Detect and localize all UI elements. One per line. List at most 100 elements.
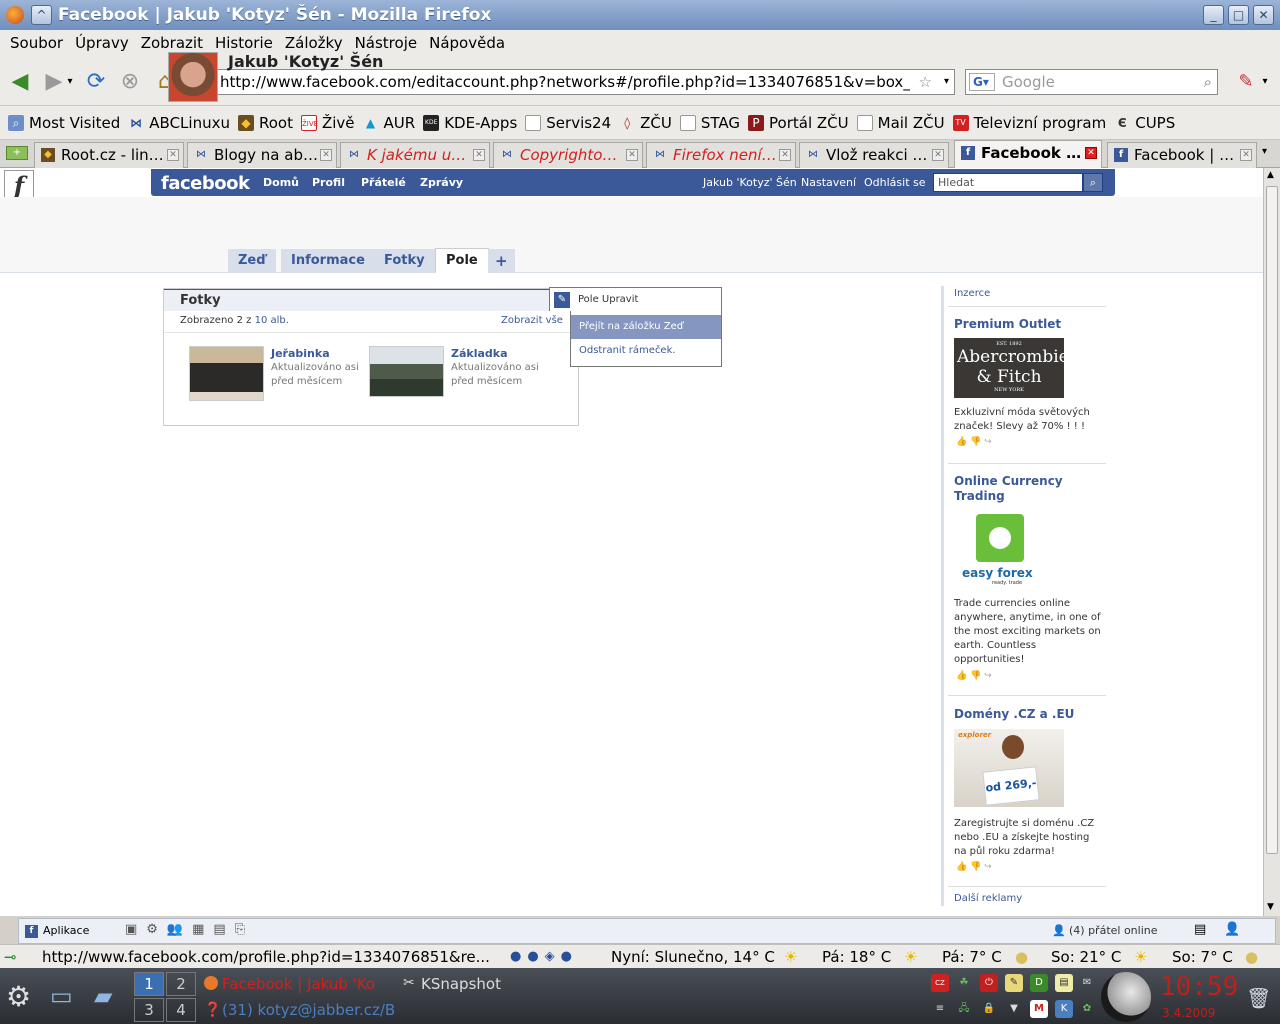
bookmark-tv-program[interactable]: TV Televizní program [952,114,1106,132]
reload-icon[interactable]: ⟳ [82,68,110,96]
google-engine-icon[interactable]: G▾ [969,73,995,91]
tab-facebook-2[interactable]: f Facebook | … ✕ [1107,142,1257,168]
menu-upravy[interactable]: Úpravy [75,34,129,52]
more-ads-link[interactable]: Další reklamy [954,893,1022,904]
bookmark-zcu[interactable]: ◊ ZČU [619,114,672,132]
album-title[interactable]: Základka [451,347,508,360]
desktop-1[interactable]: 1 [134,972,164,996]
menu-nastroje[interactable]: Nástroje [355,34,418,52]
fb-nav-home[interactable]: Domů [263,176,299,189]
fb-search-input[interactable]: Hledat [933,173,1083,192]
task-firefox[interactable]: Facebook | Jakub 'Ko [222,975,394,993]
albums-count-link[interactable]: 10 alb. [255,315,289,326]
album-thumbnail[interactable] [189,346,264,401]
bookmark-cups[interactable]: Є CUPS [1114,114,1175,132]
tab-vloz-reakci[interactable]: ⋈ Vlož reakci … ✕ [799,142,949,168]
menu-zobrazit[interactable]: Zobrazit [141,34,203,52]
bookmark-stag[interactable]: STAG [679,114,740,132]
fb-logo[interactable]: facebook [161,173,250,194]
bookmark-most-visited[interactable]: ⌕ Most Visited [8,114,120,132]
lock-tray-icon[interactable]: 🔒 [980,1000,998,1018]
gmail-tray-icon[interactable]: M [1030,1000,1048,1018]
box-menu-header[interactable]: ✎ Pole Upravit [549,287,722,311]
ad-like-icons[interactable]: 👍 👎 ↪ [956,671,992,681]
notes-tray-icon-2[interactable]: ▤ [1055,974,1073,992]
kopete-tray-icon[interactable]: K [1055,1000,1073,1018]
tab-info[interactable]: Informace [281,249,375,273]
moon-phase-icon[interactable] [1101,972,1151,1022]
album-title[interactable]: Jeřabinka [271,347,330,360]
search-input[interactable]: G▾ Google ⌕ [965,69,1218,95]
mail-tray-icon[interactable]: ✉ [1078,974,1096,992]
tab-close-icon[interactable]: ✕ [320,149,332,161]
fb-nav-messages[interactable]: Zprávy [420,176,463,189]
fb-nav-profile[interactable]: Profil [312,176,345,189]
ad-image-easyforex[interactable]: easy forex ready. trade [954,512,1064,592]
task-ksnapshot[interactable]: KSnapshot [421,975,501,993]
menu-napoveda[interactable]: Nápověda [429,34,505,52]
toolbar-chevron-icon[interactable]: ▾ [1258,68,1272,96]
ad-title[interactable]: Premium Outlet [954,317,1104,332]
stop-icon[interactable]: ⊗ [116,68,144,96]
bookmark-star-icon[interactable]: ☆ [919,70,932,94]
new-tab-icon[interactable]: + [6,146,28,160]
fb-nav-friends[interactable]: Přátelé [361,176,406,189]
back-icon[interactable]: ◀ [6,68,34,96]
weather-sat-day[interactable]: So: 21° C [1051,945,1121,969]
tab-boxes[interactable]: Pole [435,248,489,273]
tab-close-icon[interactable]: ✕ [1085,147,1097,159]
history-dropdown-icon[interactable]: ▾ [64,68,76,96]
search-magnifier-icon[interactable]: ⌕ [1204,70,1212,94]
fb-apps-icon[interactable]: f [25,925,38,938]
fb-settings-link[interactable]: Nastavení [801,176,856,189]
ad-title[interactable]: Online Currency Trading [954,474,1104,504]
maximize-button[interactable]: □ [1228,5,1249,25]
tab-close-icon[interactable]: ✕ [779,149,791,161]
fb-chat-icon[interactable]: 👤 [1224,922,1240,937]
fb-bar-icons[interactable]: ▣⚙👥▦▤⎘ [125,922,254,937]
fb-search-icon[interactable]: ⌕ [1083,173,1103,192]
download-tray-icon[interactable]: ▼ [1005,1000,1023,1018]
url-input[interactable]: f http://www.facebook.com/editaccount.ph… [187,69,955,95]
weather-fri-day[interactable]: Pá: 18° C [822,945,891,969]
tab-close-icon[interactable]: ✕ [932,149,944,161]
audio-tray-icon[interactable]: ≡ [931,1000,949,1018]
ad-image-explorer[interactable]: explorer od 269,- [954,729,1064,807]
fb-user-link[interactable]: Jakub 'Kotyz' Šén [703,176,797,189]
tab-root[interactable]: ◆ Root.cz - lin… ✕ [34,142,184,168]
tab-close-icon[interactable]: ✕ [167,149,179,161]
bookmark-abclinuxu[interactable]: ⋈ ABCLinuxu [128,114,230,132]
network-icon[interactable]: ☘ [955,974,973,992]
menu-zalozky[interactable]: Záložky [285,34,343,52]
keyboard-layout-icon[interactable]: CZ [931,974,949,992]
tab-k-jakemu[interactable]: ⋈ K jakému u… ✕ [340,142,490,168]
ad-title[interactable]: Domény .CZ a .EU [954,707,1104,722]
box-menu-goto-wall[interactable]: Přejít na záložku Zeď [571,315,721,339]
album-thumbnail[interactable] [369,346,444,397]
add-tab-button[interactable]: + [488,249,515,273]
scroll-up-icon[interactable]: ▲ [1267,170,1274,180]
profile-name[interactable]: Jakub 'Kotyz' Šén [228,52,383,71]
scroll-down-icon[interactable]: ▼ [1267,902,1274,912]
tab-photos[interactable]: Fotky [374,249,435,273]
ad-image-abercrombie[interactable]: EST. 1892 Abercrombie & Fitch NEW YORK [954,338,1069,398]
close-window-button[interactable]: ✕ [1253,5,1274,25]
settings-tray-icon[interactable]: ✿ [1078,1000,1096,1018]
tab-list-icon[interactable]: ▾ [1262,146,1267,157]
tab-blogy[interactable]: ⋈ Blogy na ab… ✕ [187,142,337,168]
bookmark-servis24[interactable]: Servis24 [525,114,611,132]
tab-close-icon[interactable]: ✕ [626,149,638,161]
window-titlebar[interactable]: ^ Facebook | Jakub 'Kotyz' Šén - Mozilla… [0,0,1280,30]
show-desktop-icon[interactable]: ▭ [50,982,73,1010]
tab-facebook-active[interactable]: f Facebook … ✕ [954,140,1102,168]
tab-firefox[interactable]: ⋈ Firefox není… ✕ [646,142,796,168]
fb-apps-button[interactable]: Aplikace [43,924,89,937]
tab-close-icon[interactable]: ✕ [1240,149,1252,161]
clock-date[interactable]: 3.4.2009 [1162,1006,1215,1020]
home-folder-icon[interactable]: ▰ [94,982,112,1010]
menu-historie[interactable]: Historie [215,34,273,52]
bookmark-root[interactable]: ◆ Root [237,114,293,132]
network-manager-icon[interactable]: 🖧 [955,1000,973,1018]
scroll-thumb[interactable] [1266,186,1278,854]
clock-time[interactable]: 10:59 [1160,972,1238,1002]
